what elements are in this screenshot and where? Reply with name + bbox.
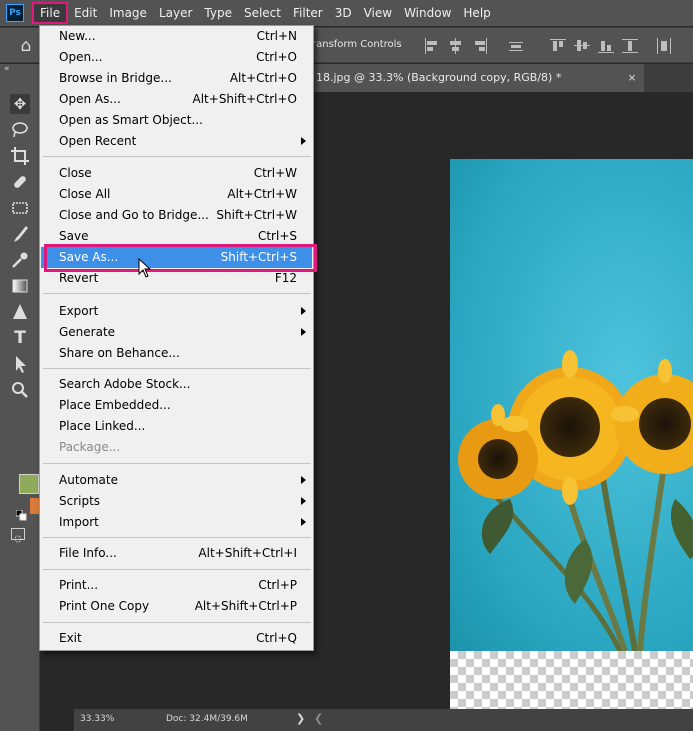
document-tab-title: 18.jpg @ 33.3% (Background copy, RGB/8) … xyxy=(316,71,562,84)
menu-item-print-one-copy[interactable]: Print One Copy Alt+Shift+Ctrl+P xyxy=(41,596,312,617)
menu-item-save-as[interactable]: Save As... Shift+Ctrl+S xyxy=(41,247,312,268)
zoom-level[interactable]: 33.33% xyxy=(80,714,114,724)
menu-item-place-embedded[interactable]: Place Embedded... xyxy=(41,395,312,416)
photoshop-window: Ps File Edit Image Layer Type Select Fil… xyxy=(0,0,693,731)
menu-item-new[interactable]: New... Ctrl+N xyxy=(41,26,312,47)
submenu-arrow-icon xyxy=(301,497,306,505)
move-tool-icon[interactable]: ✥ xyxy=(10,94,30,114)
lasso-tool-icon[interactable] xyxy=(10,120,30,140)
menu-help[interactable]: Help xyxy=(457,2,496,24)
transparent-canvas-area xyxy=(450,651,693,709)
align-horizontal-center-icon[interactable] xyxy=(448,38,464,54)
submenu-arrow-icon xyxy=(301,328,306,336)
menu-separator xyxy=(43,537,311,538)
menu-separator xyxy=(43,368,311,369)
status-bar: 33.33% Doc: 32.4M/39.6M ❯ ❮ xyxy=(74,709,693,731)
menu-item-export[interactable]: Export xyxy=(41,301,312,322)
align-vertical-center-icon[interactable] xyxy=(574,38,590,54)
menu-item-import[interactable]: Import xyxy=(41,512,312,533)
menu-item-close-all[interactable]: Close All Alt+Ctrl+W xyxy=(41,184,312,205)
menu-item-package: Package... xyxy=(59,440,121,454)
menu-item-browse-in-bridge[interactable]: Browse in Bridge... Alt+Ctrl+O xyxy=(41,68,312,89)
crop-tool-icon[interactable] xyxy=(10,146,30,166)
menu-item-open-recent[interactable]: Open Recent xyxy=(41,131,312,152)
home-icon[interactable]: ⌂ xyxy=(16,36,36,56)
distribute-icon[interactable] xyxy=(508,38,524,54)
menu-item-save[interactable]: Save Ctrl+S xyxy=(41,226,312,247)
document-tab[interactable]: 18.jpg @ 33.3% (Background copy, RGB/8) … xyxy=(314,64,644,92)
photoshop-logo: Ps xyxy=(6,4,24,22)
align-bottom-icon[interactable] xyxy=(598,38,614,54)
menu-item-scripts[interactable]: Scripts xyxy=(41,491,312,512)
submenu-arrow-icon xyxy=(301,476,306,484)
quick-selection-tool-icon[interactable] xyxy=(10,250,30,270)
submenu-arrow-icon xyxy=(301,307,306,315)
healing-brush-tool-icon[interactable] xyxy=(10,172,30,192)
menu-item-generate[interactable]: Generate xyxy=(41,322,312,343)
menu-item-open[interactable]: Open... Ctrl+O xyxy=(41,47,312,68)
align-left-icon[interactable] xyxy=(424,38,440,54)
sunflower-image xyxy=(450,159,693,651)
default-colors-icon[interactable] xyxy=(15,506,27,521)
mouse-cursor-icon xyxy=(138,257,152,278)
close-tab-icon[interactable]: × xyxy=(624,64,640,92)
scroll-left-icon[interactable]: ❮ xyxy=(314,712,323,725)
menu-bar: Ps File Edit Image Layer Type Select Fil… xyxy=(0,0,693,26)
menu-item-automate[interactable]: Automate xyxy=(41,470,312,491)
gradient-tool-icon[interactable] xyxy=(10,276,30,296)
menu-separator xyxy=(43,622,311,623)
menu-layer[interactable]: Layer xyxy=(153,2,198,24)
menu-item-place-linked[interactable]: Place Linked... xyxy=(41,416,312,437)
menu-view[interactable]: View xyxy=(358,2,398,24)
stamp-tool-icon[interactable] xyxy=(10,198,30,218)
menu-item-open-as[interactable]: Open As... Alt+Shift+Ctrl+O xyxy=(41,89,312,110)
menu-item-exit[interactable]: Exit Ctrl+Q xyxy=(41,628,312,649)
path-selection-tool-icon[interactable] xyxy=(10,354,30,374)
submenu-arrow-icon xyxy=(301,518,306,526)
menu-image[interactable]: Image xyxy=(103,2,153,24)
menu-separator xyxy=(43,293,311,294)
menu-file[interactable]: File xyxy=(32,2,69,24)
menu-item-open-as-smart-object[interactable]: Open as Smart Object... xyxy=(41,110,312,131)
menu-edit[interactable]: Edit xyxy=(68,2,103,24)
menu-3d[interactable]: 3D xyxy=(329,2,358,24)
type-tool-icon[interactable]: T xyxy=(10,328,30,348)
brush-tool-icon[interactable] xyxy=(10,224,30,244)
status-menu-arrow-icon[interactable]: ❯ xyxy=(296,712,305,725)
menu-filter[interactable]: Filter xyxy=(287,2,329,24)
menu-select[interactable]: Select xyxy=(238,2,287,24)
quick-mask-icon[interactable] xyxy=(11,528,25,543)
menu-item-file-info[interactable]: File Info... Alt+Shift+Ctrl+I xyxy=(41,543,312,564)
menu-item-close[interactable]: Close Ctrl+W xyxy=(41,163,312,184)
collapse-panel-icon[interactable]: « xyxy=(4,64,10,74)
submenu-arrow-icon xyxy=(301,137,306,145)
menu-separator xyxy=(43,569,311,570)
menu-item-revert[interactable]: Revert F12 xyxy=(41,268,312,289)
show-transform-controls-label[interactable]: ransform Controls xyxy=(312,39,402,50)
menu-window[interactable]: Window xyxy=(398,2,457,24)
tools-panel: « ✥ T xyxy=(0,64,40,731)
sharpen-tool-icon[interactable] xyxy=(10,302,30,322)
menu-type[interactable]: Type xyxy=(198,2,238,24)
menu-item-print[interactable]: Print... Ctrl+P xyxy=(41,575,312,596)
align-right-icon[interactable] xyxy=(472,38,488,54)
menu-item-close-and-go-to-bridge[interactable]: Close and Go to Bridge... Shift+Ctrl+W xyxy=(41,205,312,226)
menu-separator xyxy=(43,463,311,464)
document-size: Doc: 32.4M/39.6M xyxy=(166,714,248,724)
zoom-tool-icon[interactable] xyxy=(10,380,30,400)
menu-item-share-on-behance[interactable]: Share on Behance... xyxy=(41,343,312,364)
align-top-icon[interactable] xyxy=(550,38,566,54)
distribute-top-icon[interactable] xyxy=(622,38,638,54)
file-menu-dropdown: New... Ctrl+N Open... Ctrl+O Browse in B… xyxy=(39,25,314,651)
distribute-horizontal-icon[interactable] xyxy=(656,38,672,54)
foreground-color-swatch[interactable] xyxy=(19,474,39,494)
menu-separator xyxy=(43,156,311,157)
menu-item-search-adobe-stock[interactable]: Search Adobe Stock... xyxy=(41,374,312,395)
